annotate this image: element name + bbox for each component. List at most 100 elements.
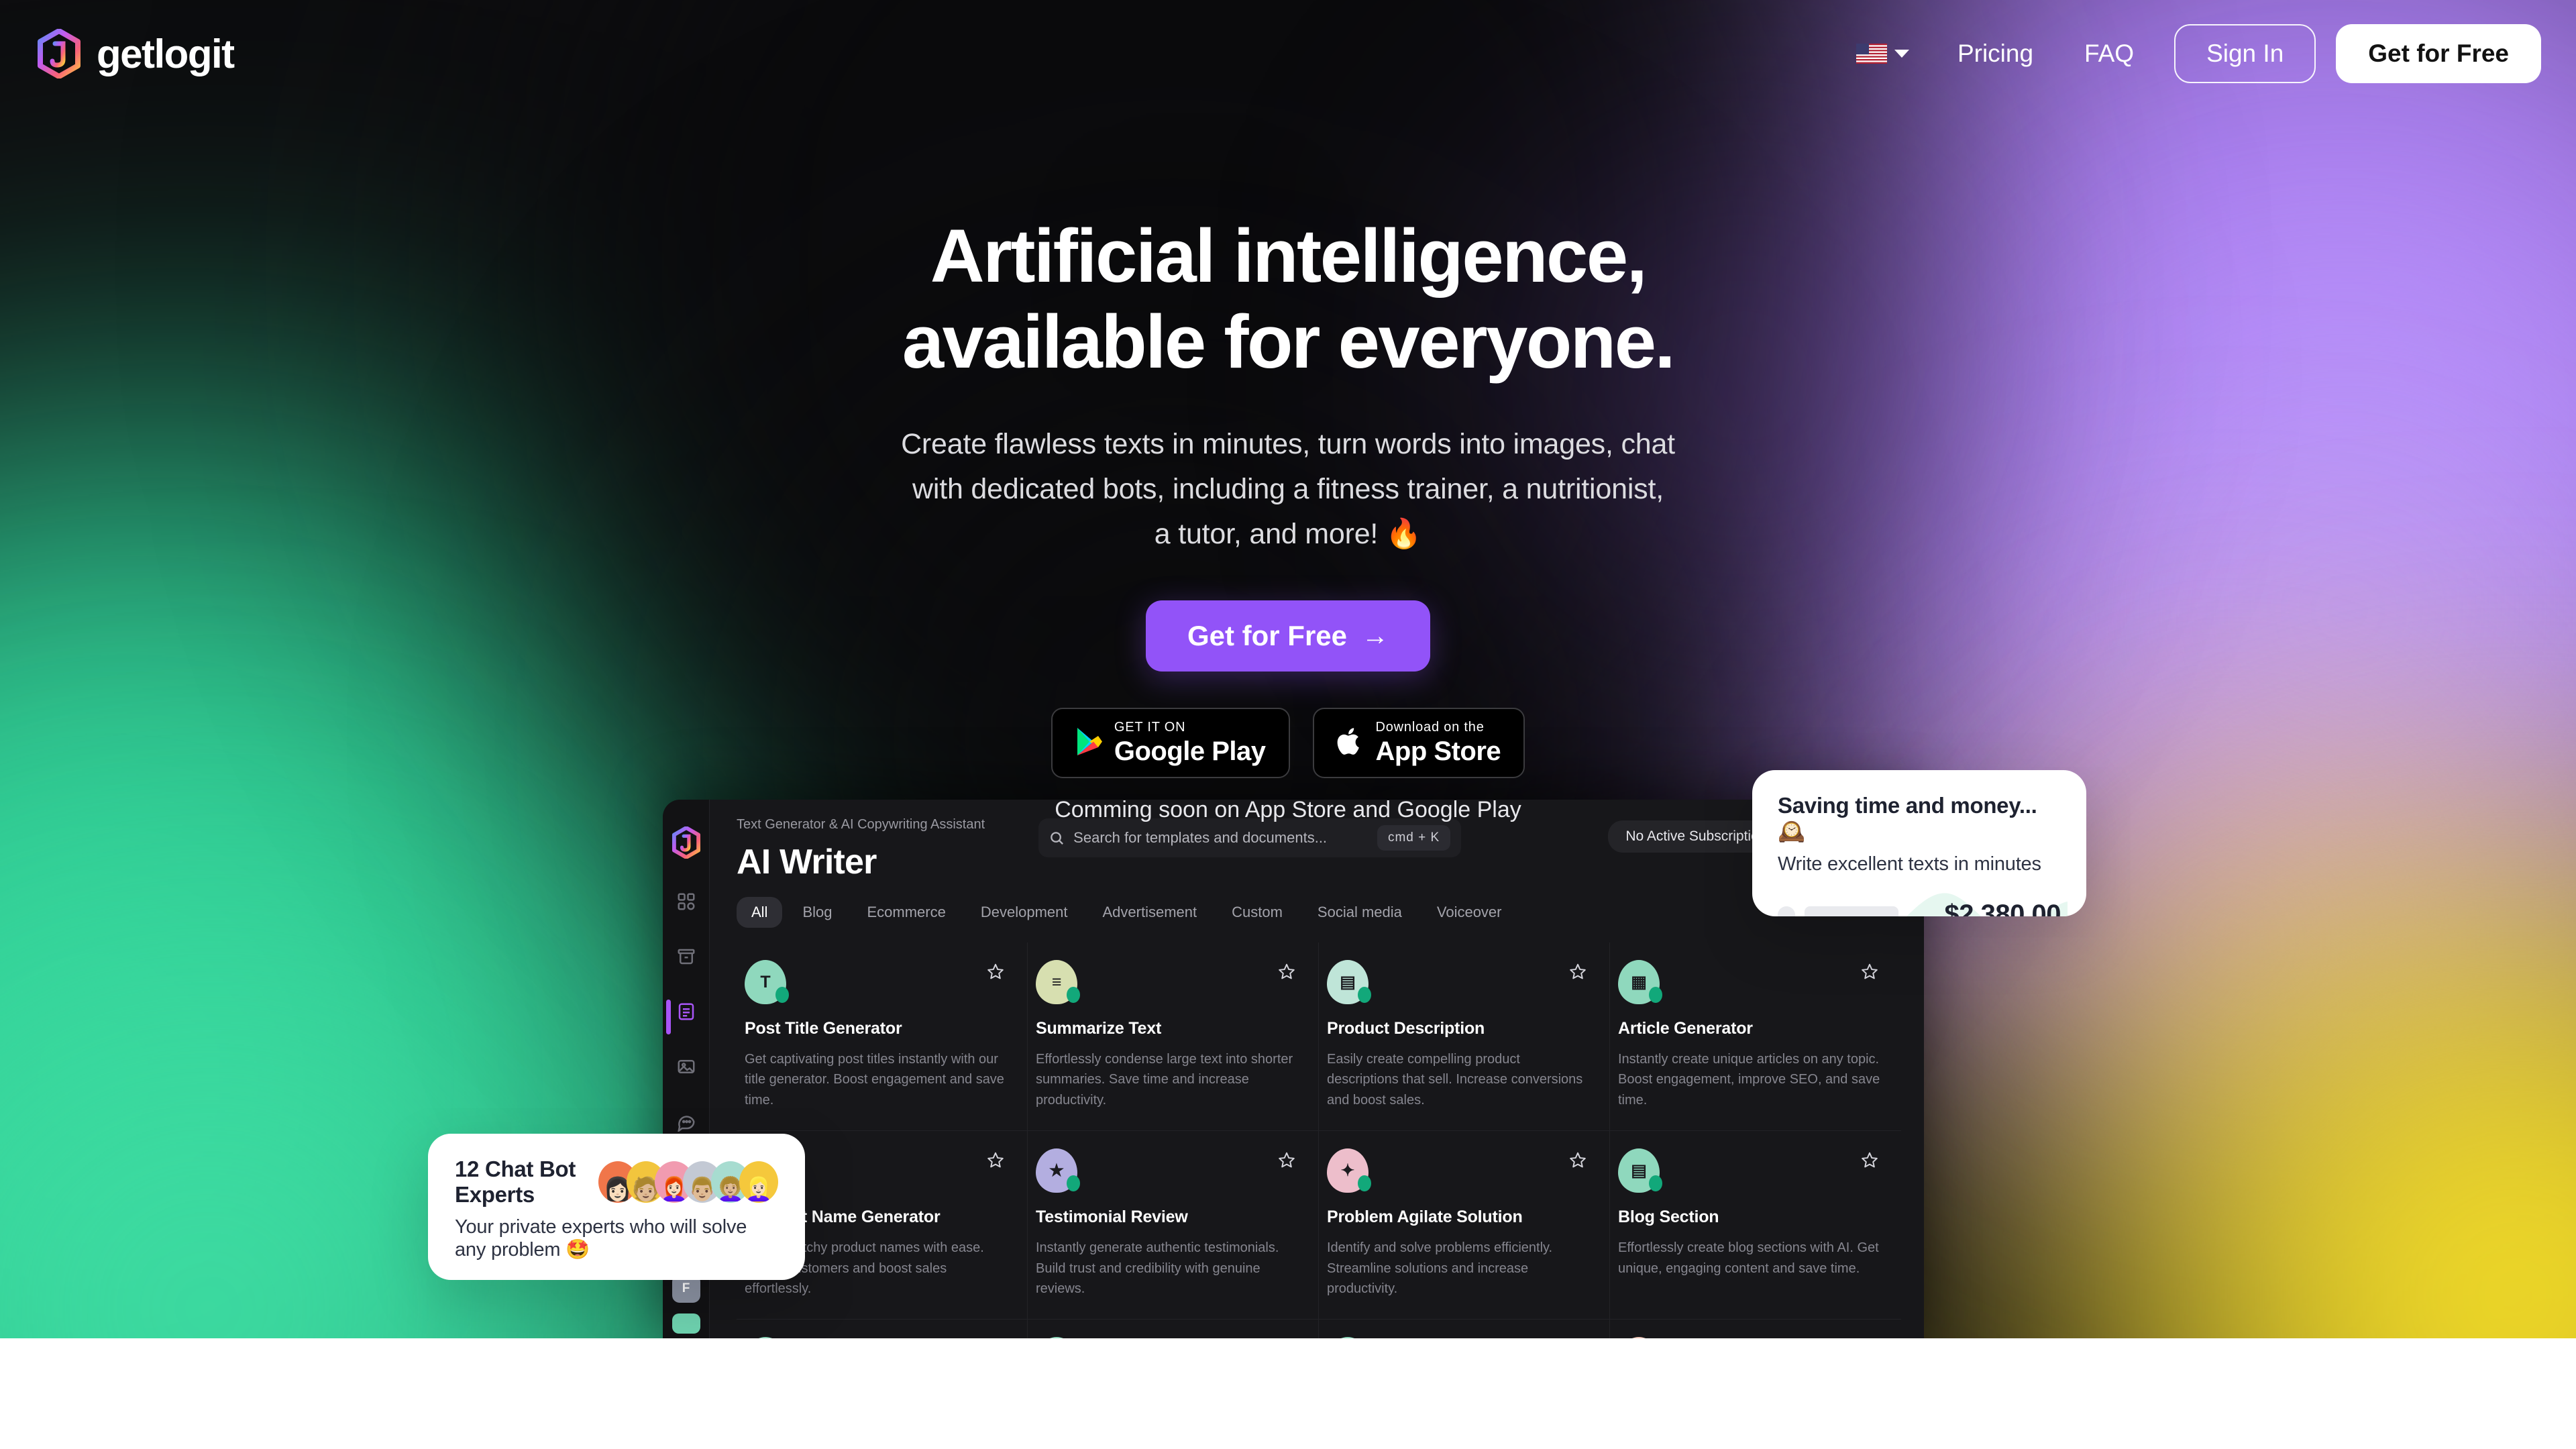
template-card[interactable]: ≣Blog Intros [1028,1320,1319,1338]
top-navigation-bar: getlogit Pricing FAQ Sign In Get for Fre… [0,0,2576,107]
app-search-bar[interactable]: Search for templates and documents... cm… [1038,818,1462,857]
nav-actions: Pricing FAQ Sign In Get for Free [1833,24,2541,83]
google-play-badge[interactable]: GET IT ON Google Play [1051,708,1290,779]
favorite-star-icon[interactable] [987,963,1004,980]
template-name: Product Description [1327,1019,1589,1038]
nav-link-pricing[interactable]: Pricing [1932,40,2059,68]
getlogit-hexagon-icon [36,28,82,79]
favorite-star-icon[interactable] [1569,963,1587,980]
favorite-star-icon[interactable] [1861,1151,1878,1169]
apple-logo-icon [1337,726,1364,760]
template-card[interactable]: ✦ Problem Agilate Solution Identify and so… [1319,1131,1610,1320]
experts-card-header: 12 Chat Bot Experts 👩🏻 🧑🏼 👩🏻‍🦰 👨🏼 👩🏼‍🦱 👱🏻‍♀️ [455,1157,778,1208]
app-tab-advertisement[interactable]: Advertisement [1088,897,1212,928]
sidebar-chat-bubble-icon[interactable] [674,1110,698,1134]
app-tab-blog[interactable]: Blog [788,897,847,928]
saving-card-title: Saving time and money... 🕰️ [1778,793,2061,845]
app-store-badge-small: Download on the [1376,720,1501,735]
template-status-dot [775,987,789,1003]
language-switcher[interactable] [1833,44,1932,64]
skeleton-dot [1778,906,1795,916]
favorite-star-icon[interactable] [1569,1151,1587,1169]
sidebar-document-text-icon[interactable] [665,1000,698,1034]
template-description: Instantly generate authentic testimonial… [1036,1238,1298,1299]
template-icon-wrap: ▦ [1618,960,1662,1004]
hero-subtitle: Create flawless texts in minutes, turn w… [0,422,2576,556]
experts-card-title: 12 Chat Bot Experts [455,1157,609,1208]
template-card[interactable]: ≡ Summarize Text Effortlessly condense lar… [1028,943,1319,1132]
page-bottom-whitespace [0,1338,2576,1449]
google-play-badge-small: GET IT ON [1114,720,1266,735]
saving-card-footer: $2,380.00 [1778,893,2068,916]
favorite-star-icon[interactable] [1861,963,1878,980]
template-card[interactable]: ◎Blog Post Ideas [737,1320,1028,1338]
template-status-dot [1649,1175,1662,1192]
template-card[interactable]: ▤ Product Description Easily create compel… [1319,943,1610,1132]
get-for-free-nav-button[interactable]: Get for Free [2336,24,2541,83]
get-for-free-hero-button[interactable]: Get for Free → [1145,600,1431,672]
saving-time-card: Saving time and money... 🕰️ Write excell… [1752,770,2086,916]
google-play-badge-big: Google Play [1114,737,1266,765]
template-description: Identify and solve problems efficiently.… [1327,1238,1589,1299]
template-name: Problem Agilate Solution [1327,1208,1589,1227]
template-icon-wrap: ▤ [1327,960,1371,1004]
app-store-badge[interactable]: Download on the App Store [1312,708,1525,779]
template-card[interactable]: T Post Title Generator Get captivating pos… [737,943,1028,1132]
hero-section: Artificial intelligence, available for e… [0,0,2576,823]
app-tab-voiceover[interactable]: Voiceover [1422,897,1517,928]
template-name: Summarize Text [1036,1019,1298,1038]
brand-logo[interactable]: getlogit [36,28,235,79]
app-tab-ecommerce[interactable]: Ecommerce [853,897,961,928]
template-icon-wrap: ✦ [1327,1148,1371,1193]
hero-title-line-1: Artificial intelligence, [930,214,1648,298]
experts-avatar-group: 👩🏻 🧑🏼 👩🏻‍🦰 👨🏼 👩🏼‍🦱 👱🏻‍♀️ [598,1161,778,1203]
app-secondary-avatar[interactable] [672,1313,700,1334]
store-badges: GET IT ON Google Play Download on the Ap… [0,708,2576,779]
expert-avatar: 👱🏻‍♀️ [739,1161,778,1203]
us-flag-icon [1856,44,1887,64]
app-tab-social-media[interactable]: Social media [1303,897,1417,928]
sidebar-image-icon[interactable] [674,1055,698,1079]
search-icon [1049,830,1065,846]
favorite-star-icon[interactable] [1278,1151,1295,1169]
app-tab-development[interactable]: Development [966,897,1083,928]
app-topbar: Text Generator & AI Copywriting Assistan… [737,817,1901,882]
hero-title-line-2: available for everyone. [902,300,1676,384]
template-status-dot [1067,987,1080,1003]
app-tab-custom[interactable]: Custom [1217,897,1297,928]
template-name: Article Generator [1618,1019,1881,1038]
app-preview-mockup: F Text Generator & AI Copywriting Assist… [663,800,1924,1338]
template-status-dot [1358,987,1371,1003]
arrow-right-icon: → [1362,623,1389,649]
template-icon-wrap: ≡ [1036,960,1080,1004]
template-grid: T Post Title Generator Get captivating pos… [737,943,1901,1338]
sidebar-active-indicator [665,1000,671,1034]
template-icon-wrap: T [745,960,789,1004]
get-for-free-hero-label: Get for Free [1187,620,1347,652]
template-card[interactable]: fFacebook Ads [1610,1320,1901,1338]
template-icon-wrap: ▤ [1618,1148,1662,1193]
hero-subtitle-line-3: a tutor, and more! 🔥 [1155,518,1422,550]
template-card[interactable]: ▦ Article Generator Instantly create uniqu… [1610,943,1901,1132]
sidebar-dashboard-grid-icon[interactable] [674,890,698,914]
sign-in-button[interactable]: Sign In [2174,24,2316,83]
favorite-star-icon[interactable] [987,1151,1004,1169]
app-store-badge-big: App Store [1376,737,1501,765]
hero-title: Artificial intelligence, available for e… [0,213,2576,384]
brand-name: getlogit [97,31,235,77]
nav-link-faq[interactable]: FAQ [2059,40,2159,68]
template-card[interactable]: ★ Testimonial Review Instantly generate au… [1028,1131,1319,1320]
app-main-content: Text Generator & AI Copywriting Assistan… [710,800,1924,1338]
template-card[interactable]: ▤ Blog Section Effortlessly create blog se… [1610,1131,1901,1320]
template-card[interactable]: ≡Blog Conclusion [1319,1320,1610,1338]
favorite-star-icon[interactable] [1278,963,1295,980]
template-status-dot [1649,987,1662,1003]
template-description: Easily create compelling product descrip… [1327,1049,1589,1110]
app-heading-group: Text Generator & AI Copywriting Assistan… [737,817,985,882]
app-category-tabs: All Blog Ecommerce Development Advertisement… [737,897,1901,928]
chat-bot-experts-card: 12 Chat Bot Experts 👩🏻 🧑🏼 👩🏻‍🦰 👨🏼 👩🏼‍🦱 👱🏻‍♀️ … [428,1134,805,1280]
chevron-down-icon [1894,50,1909,58]
app-tab-all[interactable]: All [737,897,783,928]
coming-soon-text: Comming soon on App Store and Google Pla… [0,797,2576,823]
sidebar-archive-box-icon[interactable] [674,945,698,969]
